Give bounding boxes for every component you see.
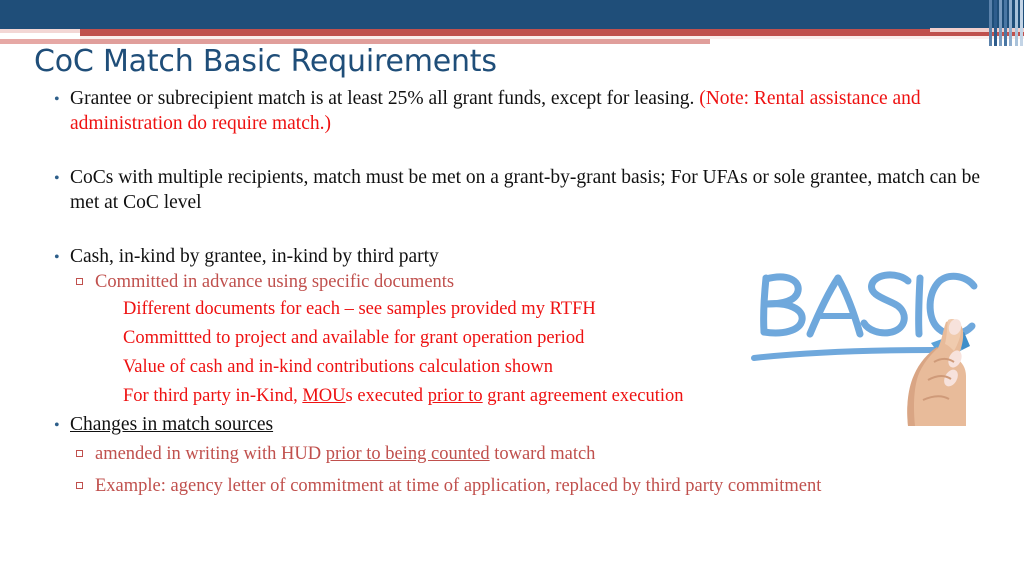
- header-stripe-6: [1020, 0, 1023, 46]
- bullet-item-grantee-match: • Grantee or subrecipient match is at lea…: [0, 86, 1000, 136]
- bullet-dot-icon: •: [54, 91, 60, 108]
- header-stripe-5: [1015, 0, 1018, 46]
- header-stripe-3: [1004, 0, 1007, 46]
- bullet-square-icon: [76, 482, 83, 489]
- header-accent-left-white: [0, 33, 80, 39]
- bullet-text: Changes in match sources: [70, 414, 274, 435]
- bullet-dot-icon: •: [54, 417, 60, 434]
- detail-text-mou-underlined: MOU: [302, 386, 346, 406]
- header-stripe-2: [999, 0, 1002, 46]
- basic-illustration: [748, 258, 980, 430]
- detail-text-middle: s executed: [345, 386, 428, 406]
- header-accent-white-bar: [710, 39, 1024, 45]
- bullet-square-icon: [76, 450, 83, 457]
- detail-text-prefix: For third party in-Kind,: [123, 386, 303, 406]
- sub-bullet-text-underlined: prior to being counted: [325, 444, 490, 464]
- bullet-item-multiple-recipients: • CoCs with multiple recipients, match mu…: [0, 165, 1000, 215]
- hand-with-marker-writing-basic-icon: [751, 271, 978, 426]
- sub-bullet-text: Committed in advance using specific docu…: [95, 272, 455, 292]
- header-stripe-0: [989, 0, 992, 46]
- header-stripe-1: [994, 0, 997, 46]
- sub-bullet-amended-in-writing: amended in writing with HUD prior to bei…: [0, 441, 1000, 467]
- header-blue-band: [0, 0, 1024, 29]
- sub-bullet-text: Example: agency letter of commitment at …: [95, 476, 822, 496]
- detail-text-suffix: grant agreement execution: [482, 386, 684, 406]
- bullet-square-icon: [76, 278, 83, 285]
- bullet-text: CoCs with multiple recipients, match mus…: [70, 167, 980, 213]
- sub-bullet-example-agency-letter: Example: agency letter of commitment at …: [0, 473, 1000, 499]
- detail-text-priorto-underlined: prior to: [427, 386, 483, 406]
- bullet-text: Cash, in-kind by grantee, in-kind by thi…: [70, 246, 439, 267]
- page-title: CoC Match Basic Requirements: [34, 44, 497, 79]
- bullet-dot-icon: •: [54, 249, 60, 266]
- sub-bullet-text-prefix: amended in writing with HUD: [95, 444, 326, 464]
- bullet-text-main: Grantee or subrecipient match is at leas…: [70, 88, 700, 109]
- header-stripe-4: [1009, 0, 1012, 46]
- bullet-dot-icon: •: [54, 170, 60, 187]
- sub-bullet-text-suffix: toward match: [489, 444, 596, 464]
